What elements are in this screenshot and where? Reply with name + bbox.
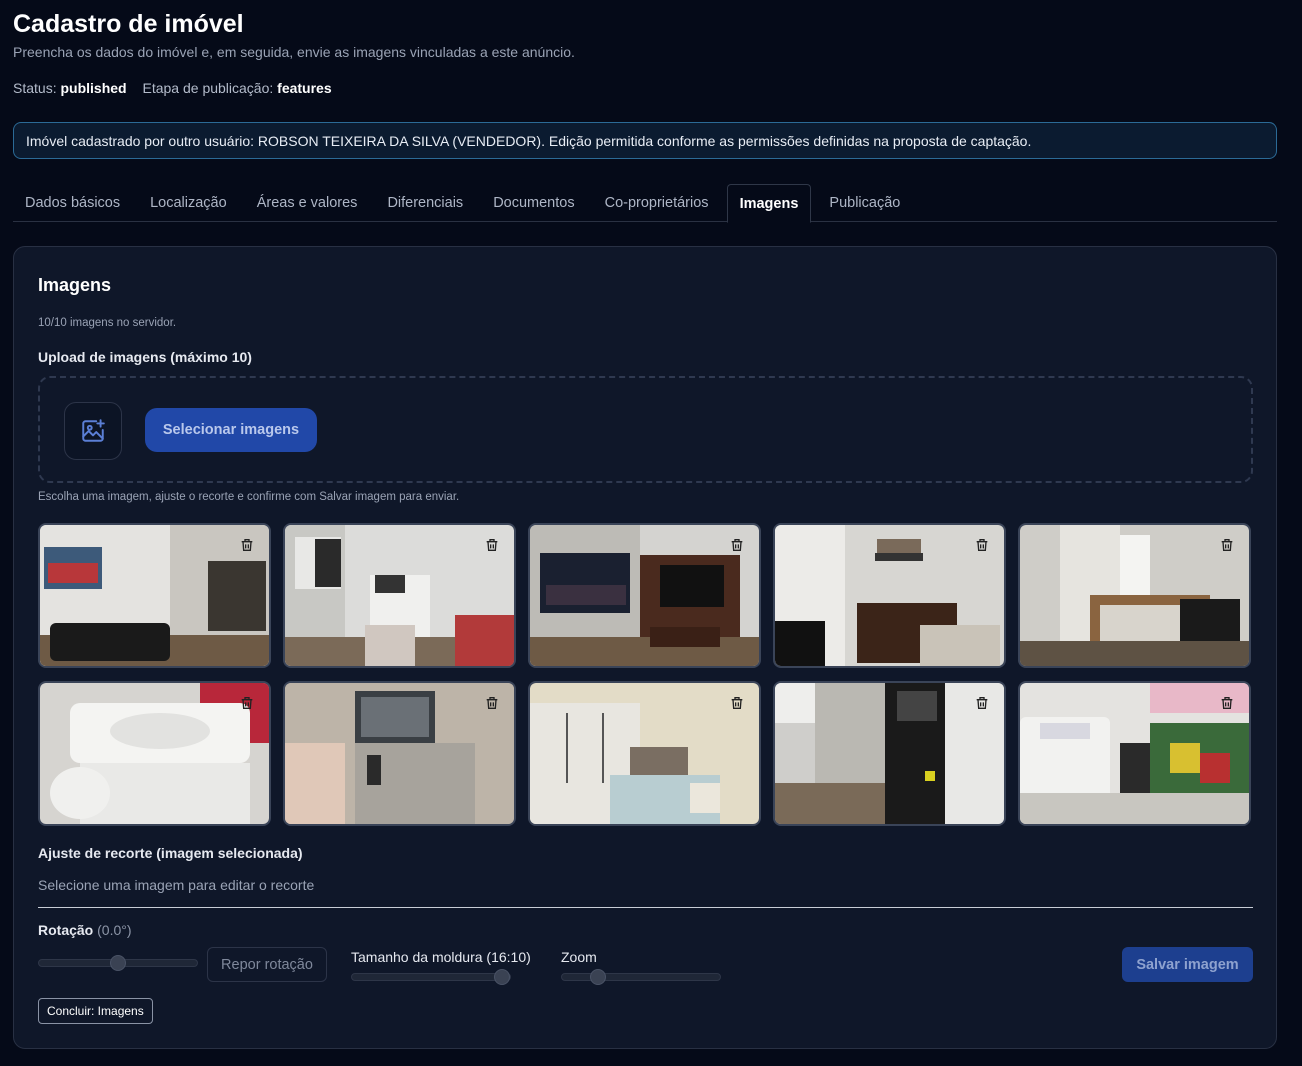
- page-subtitle: Preencha os dados do imóvel e, em seguid…: [13, 44, 575, 60]
- trash-icon[interactable]: [729, 695, 745, 711]
- reset-rotation-button[interactable]: Repor rotação: [207, 947, 327, 982]
- trash-icon[interactable]: [484, 695, 500, 711]
- thumbnail-laundry[interactable]: [1018, 681, 1251, 826]
- tab-imagens[interactable]: Imagens: [726, 184, 812, 223]
- finish-images-button[interactable]: Concluir: Imagens: [38, 998, 153, 1024]
- trash-icon[interactable]: [974, 695, 990, 711]
- images-panel: Imagens 10/10 imagens no servidor. Uploa…: [13, 246, 1277, 1049]
- tab-diferenciais[interactable]: Diferenciais: [375, 184, 475, 222]
- zoom-slider-knob[interactable]: [590, 969, 607, 985]
- save-image-button[interactable]: Salvar imagem: [1122, 947, 1253, 982]
- crop-section-title: Ajuste de recorte (imagem selecionada): [38, 845, 303, 861]
- ownership-notice: Imóvel cadastrado por outro usuário: ROB…: [13, 122, 1277, 159]
- select-images-button[interactable]: Selecionar imagens: [145, 408, 317, 452]
- crop-divider: [38, 907, 1253, 908]
- thumbnail-living-room[interactable]: [38, 523, 271, 668]
- thumbnail-kitchen-cabinets[interactable]: [773, 681, 1006, 826]
- thumbnail-office-desk[interactable]: [773, 523, 1006, 668]
- trash-icon[interactable]: [239, 537, 255, 553]
- tab-localizacao[interactable]: Localização: [138, 184, 239, 222]
- thumbnail-living-room-tv[interactable]: [528, 523, 761, 668]
- rotation-label-text: Rotação: [38, 922, 94, 938]
- images-section-title: Imagens: [38, 275, 112, 295]
- image-plus-icon: [82, 419, 105, 442]
- upload-label: Upload de imagens (máximo 10): [38, 349, 252, 365]
- trash-icon[interactable]: [484, 537, 500, 553]
- trash-icon[interactable]: [729, 537, 745, 553]
- status-line: Status: published Etapa de publicação: f…: [13, 80, 332, 96]
- tab-dados-basicos[interactable]: Dados básicos: [13, 184, 132, 222]
- rotation-slider[interactable]: [38, 955, 198, 971]
- tab-publicacao[interactable]: Publicação: [817, 184, 912, 222]
- trash-icon[interactable]: [1219, 537, 1235, 553]
- page-title: Cadastro de imóvel: [13, 10, 244, 38]
- tab-co-proprietarios[interactable]: Co-proprietários: [593, 184, 721, 222]
- add-image-button[interactable]: [64, 402, 122, 460]
- stage-label: Etapa de publicação:: [142, 80, 274, 96]
- trash-icon[interactable]: [974, 537, 990, 553]
- stage-value: features: [277, 80, 332, 96]
- frame-size-slider[interactable]: [351, 969, 511, 985]
- trash-icon[interactable]: [239, 695, 255, 711]
- upload-help-text: Escolha uma imagem, ajuste o recorte e c…: [38, 491, 460, 503]
- crop-hint: Selecione uma imagem para editar o recor…: [38, 877, 315, 893]
- thumbnail-bedroom-single[interactable]: [1018, 523, 1251, 668]
- tab-bar: Dados básicos Localização Áreas e valore…: [13, 184, 1277, 223]
- server-image-count: 10/10 imagens no servidor.: [38, 317, 177, 329]
- frame-size-slider-knob[interactable]: [494, 969, 510, 985]
- thumbnail-shower[interactable]: [283, 681, 516, 826]
- frame-size-label: Tamanho da moldura (16:10): [351, 949, 531, 965]
- status-value: published: [60, 80, 127, 96]
- tab-areas-valores[interactable]: Áreas e valores: [245, 184, 370, 222]
- thumbnail-bedroom-double[interactable]: [528, 681, 761, 826]
- tab-documentos[interactable]: Documentos: [481, 184, 586, 222]
- upload-dropzone[interactable]: Selecionar imagens: [38, 376, 1253, 483]
- thumbnail-kitchen[interactable]: [283, 523, 516, 668]
- rotation-label: Rotação (0.0°): [38, 922, 132, 938]
- thumbnail-bathroom-sink[interactable]: [38, 681, 271, 826]
- rotation-slider-knob[interactable]: [110, 955, 126, 971]
- zoom-slider[interactable]: [561, 969, 721, 985]
- status-label: Status:: [13, 80, 57, 96]
- rotation-value: (0.0°): [97, 922, 132, 938]
- zoom-label: Zoom: [561, 949, 597, 965]
- trash-icon[interactable]: [1219, 695, 1235, 711]
